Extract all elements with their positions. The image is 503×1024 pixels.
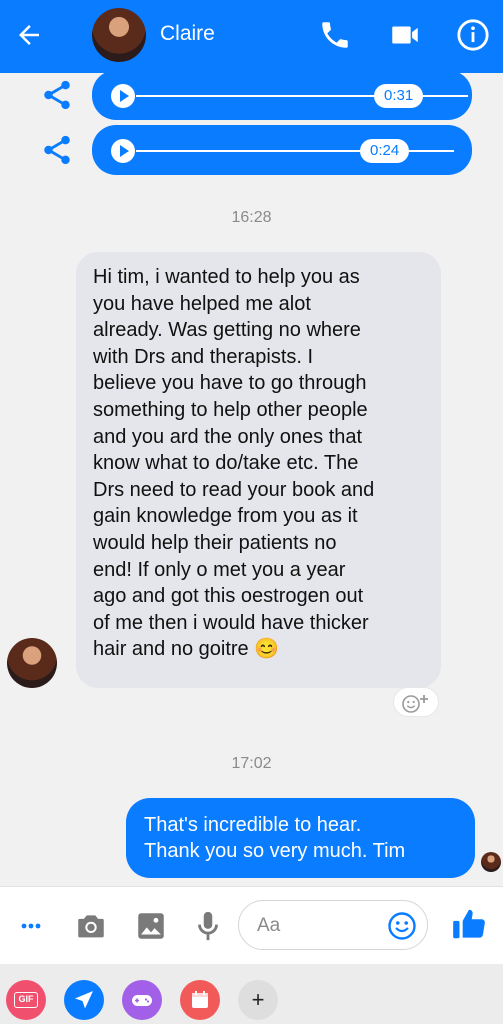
- message-line: something to help other people: [93, 398, 368, 421]
- more-extensions-button[interactable]: +: [238, 980, 278, 1020]
- audio-message[interactable]: 0:24: [92, 125, 472, 175]
- message-line: you have helped me alot: [93, 292, 311, 315]
- message-line: of me then i would have thicker: [93, 611, 369, 634]
- gallery-icon[interactable]: [134, 909, 168, 943]
- contact-avatar[interactable]: [92, 8, 146, 62]
- message-timestamp: 16:28: [231, 209, 272, 226]
- add-reaction-button[interactable]: [393, 687, 439, 717]
- message-line: would help their patients no: [93, 531, 337, 554]
- message-composer: Aa: [0, 886, 503, 964]
- gamepad-icon: [132, 995, 152, 1006]
- message-line: Drs need to read your book and: [93, 478, 375, 501]
- camera-icon[interactable]: [74, 909, 108, 943]
- message-line: Thank you so very much. Tim: [144, 840, 406, 862]
- audio-message[interactable]: 0:31: [92, 70, 472, 120]
- message-line: That's incredible to hear.: [144, 814, 362, 836]
- incoming-message-bubble[interactable]: Hi tim, i wanted to help you as you have…: [76, 252, 441, 688]
- message-line: ago and got this oestrogen out: [93, 585, 364, 608]
- message-line: end! If only o met you a year: [93, 558, 346, 581]
- audio-duration: 0:24: [360, 139, 410, 163]
- location-button[interactable]: [64, 980, 104, 1020]
- message-line: gain knowledge from you as it: [93, 505, 358, 528]
- share-icon[interactable]: [40, 78, 74, 112]
- message-line: believe you have to go through: [93, 372, 367, 395]
- play-icon[interactable]: [111, 84, 135, 108]
- message-line-last: hair and no goitre 😊: [93, 636, 427, 663]
- games-button[interactable]: [122, 980, 162, 1020]
- play-icon[interactable]: [111, 139, 135, 163]
- calendar-icon: [192, 991, 208, 1008]
- message-line: Hi tim, i wanted to help you as: [93, 266, 360, 288]
- contact-name[interactable]: Claire: [160, 22, 215, 46]
- conversation-header: Claire: [0, 0, 503, 73]
- like-thumbs-up-icon[interactable]: [450, 905, 488, 943]
- message-input-placeholder: Aa: [257, 915, 281, 936]
- calendar-button[interactable]: [180, 980, 220, 1020]
- outgoing-message-bubble[interactable]: That's incredible to hear. Thank you so …: [126, 798, 475, 878]
- microphone-icon[interactable]: [191, 909, 225, 943]
- message-line: hair and no goitre: [93, 638, 249, 661]
- message-line: know what to do/take etc. The: [93, 452, 359, 475]
- location-arrow-icon: [75, 991, 93, 1009]
- sender-avatar[interactable]: [7, 638, 57, 688]
- gif-button[interactable]: GIF: [6, 980, 46, 1020]
- back-arrow-icon[interactable]: [14, 20, 44, 50]
- message-input[interactable]: Aa: [238, 900, 428, 950]
- plus-icon: +: [251, 987, 265, 1012]
- video-call-icon[interactable]: [388, 18, 422, 52]
- seen-avatar: [481, 852, 501, 872]
- message-line: with Drs and therapists. I: [93, 345, 314, 368]
- message-line: and you ard the only ones that: [93, 425, 363, 448]
- smiling-emoji: 😊: [254, 638, 280, 661]
- info-icon[interactable]: [456, 18, 490, 52]
- share-icon[interactable]: [40, 133, 74, 167]
- more-options-icon[interactable]: [14, 909, 48, 943]
- phone-call-icon[interactable]: [318, 18, 352, 52]
- message-line: already. Was getting no where: [93, 319, 361, 342]
- message-timestamp: 17:02: [231, 755, 272, 772]
- add-reaction-icon: [402, 695, 428, 713]
- audio-duration: 0:31: [374, 84, 424, 108]
- emoji-icon[interactable]: [387, 911, 417, 941]
- gif-icon: GIF: [14, 992, 38, 1008]
